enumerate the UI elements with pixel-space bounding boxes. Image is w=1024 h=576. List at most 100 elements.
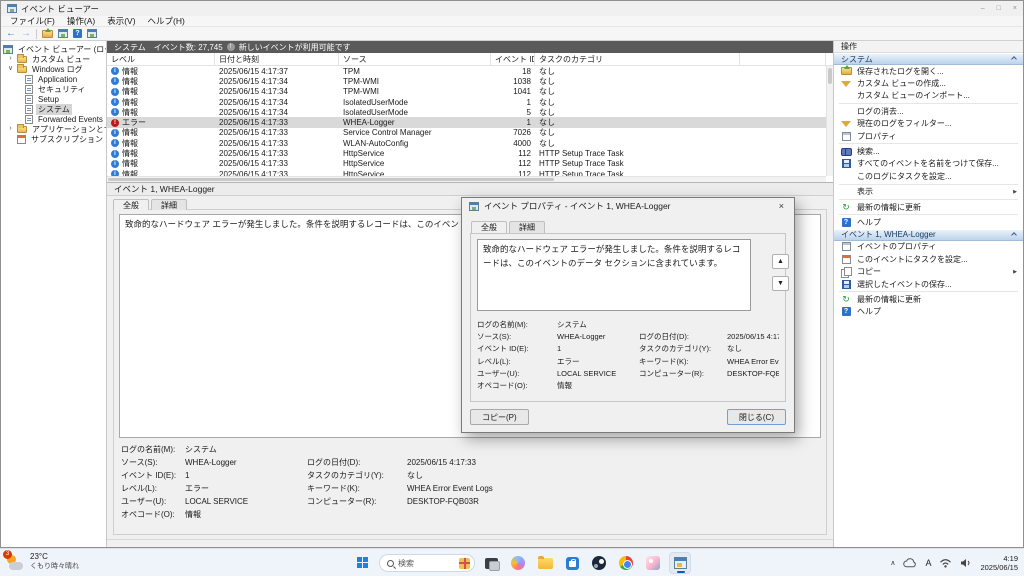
tree-item-system[interactable]: システム	[1, 103, 106, 115]
expand-icon[interactable]: ›	[7, 54, 14, 64]
start-button[interactable]	[352, 552, 374, 574]
action-attach-task-to-log[interactable]: このログにタスクを設定...	[834, 170, 1023, 182]
action-refresh[interactable]: ↻ 最新の情報に更新	[834, 201, 1023, 213]
collapse-chevron-icon[interactable]	[1011, 56, 1017, 62]
new-events-text: 新しいイベントが利用可能です	[238, 42, 351, 52]
search-box[interactable]: 検索	[379, 554, 475, 572]
tree-root[interactable]: イベント ビューアー (ローカル)	[1, 44, 106, 54]
table-row[interactable]: i 情報 2025/06/15 4:17:34 TPM-WMI 1038 なし	[107, 76, 826, 86]
tray-overflow-chevron-icon[interactable]: ∧	[890, 559, 895, 567]
wifi-icon[interactable]	[939, 558, 952, 568]
ime-mode-indicator[interactable]: A	[925, 558, 931, 568]
scrollbar-thumb[interactable]	[108, 178, 554, 181]
column-source[interactable]: ソース	[339, 53, 491, 65]
action-create-custom-view[interactable]: カスタム ビューの作成...	[834, 77, 1023, 89]
console-icon-2[interactable]	[87, 29, 97, 38]
column-datetime[interactable]: 日付と時刻	[215, 53, 339, 65]
game-app-button[interactable]	[642, 552, 664, 574]
action-save-selected-events[interactable]: 選択したイベントの保存...	[834, 278, 1023, 290]
actions-section-system[interactable]: システム	[834, 53, 1023, 65]
table-row-selected[interactable]: ! エラー 2025/06/15 4:17:33 WHEA-Logger 1 なし	[107, 117, 826, 128]
open-folder-icon[interactable]	[42, 27, 53, 38]
collapse-chevron-icon[interactable]	[1011, 231, 1017, 238]
action-properties[interactable]: プロパティ	[834, 130, 1023, 142]
title-bar: イベント ビューアー – □ ×	[1, 1, 1023, 16]
scrollbar-thumb[interactable]	[828, 68, 832, 84]
preview-pane-title[interactable]: イベント 1, WHEA-Logger	[107, 183, 833, 196]
back-icon[interactable]: ←	[6, 28, 16, 39]
tab-details[interactable]: 詳細	[151, 199, 187, 210]
menu-view[interactable]: 表示(V)	[101, 15, 141, 27]
action-view[interactable]: 表示 ▶	[834, 186, 1023, 198]
action-save-all-events[interactable]: すべてのイベントを名前をつけて保存...	[834, 158, 1023, 170]
tree-item-windows-logs[interactable]: ∨ Windows ログ	[1, 63, 106, 74]
steam-button[interactable]	[588, 552, 610, 574]
minimize-icon[interactable]: –	[981, 5, 985, 12]
tree-item-application[interactable]: Application	[1, 74, 106, 84]
action-clear-log[interactable]: ログの消去...	[834, 105, 1023, 117]
tree-item-forwarded-events[interactable]: Forwarded Events	[1, 114, 106, 124]
copy-button[interactable]: コピー(P)	[470, 409, 529, 425]
help-icon[interactable]: ?	[73, 29, 82, 38]
forward-icon[interactable]: →	[21, 28, 31, 39]
rewards-gift-icon[interactable]	[459, 557, 470, 569]
action-attach-task-to-event[interactable]: このイベントにタスクを設定...	[834, 253, 1023, 265]
action-copy[interactable]: コピー ▶	[834, 265, 1023, 278]
menu-help[interactable]: ヘルプ(H)	[142, 15, 191, 27]
tree-item-custom-views[interactable]: › カスタム ビュー	[1, 53, 106, 64]
expand-icon[interactable]: ›	[7, 124, 14, 134]
table-row[interactable]: i 情報 2025/06/15 4:17:33 HttpService 112 H…	[107, 159, 826, 169]
horizontal-scrollbar[interactable]	[107, 176, 826, 182]
action-help[interactable]: ? ヘルプ	[834, 216, 1023, 228]
action-filter-current-log[interactable]: 現在のログをフィルター...	[834, 118, 1023, 130]
close-button[interactable]: 閉じる(C)	[726, 409, 786, 425]
log-icon	[25, 114, 33, 124]
microsoft-store-button[interactable]	[561, 552, 583, 574]
table-row[interactable]: i 情報 2025/06/15 4:17:33 WLAN-AutoConfig 4…	[107, 138, 826, 148]
column-event-id[interactable]: イベント ID	[491, 53, 535, 65]
table-row[interactable]: i 情報 2025/06/15 4:17:33 Service Control M…	[107, 128, 826, 138]
weather-widget[interactable]: 3 23°C くもり時々晴れ	[3, 550, 79, 572]
actions-pane: 操作 システム 保存されたログを開く... カスタム ビューの作成... カスタ…	[833, 41, 1023, 547]
tree-item-apps-services-logs[interactable]: › アプリケーションとサービス ログ	[1, 123, 106, 134]
event-viewer-taskbar-button[interactable]	[669, 552, 691, 574]
tree-item-security[interactable]: セキュリティ	[1, 84, 106, 94]
close-icon[interactable]: ×	[776, 201, 787, 211]
dialog-tab-general[interactable]: 全般	[471, 221, 507, 233]
tree-item-subscriptions[interactable]: サブスクリプション	[1, 134, 106, 144]
action-refresh-event[interactable]: ↻ 最新の情報に更新	[834, 293, 1023, 305]
action-help-event[interactable]: ? ヘルプ	[834, 306, 1023, 318]
vertical-scrollbar[interactable]	[826, 66, 833, 176]
action-open-saved-log[interactable]: 保存されたログを開く...	[834, 65, 1023, 77]
table-row[interactable]: i 情報 2025/06/15 4:17:37 TPM 18 なし	[107, 66, 826, 76]
menu-file[interactable]: ファイル(F)	[4, 15, 61, 27]
table-row[interactable]: i 情報 2025/06/15 4:17:34 TPM-WMI 1041 なし	[107, 87, 826, 97]
console-icon[interactable]	[58, 29, 68, 38]
table-row[interactable]: i 情報 2025/06/15 4:17:34 IsolatedUserMode …	[107, 107, 826, 117]
tree-item-setup[interactable]: Setup	[1, 94, 106, 104]
table-row[interactable]: i 情報 2025/06/15 4:17:34 IsolatedUserMode …	[107, 97, 826, 107]
action-event-properties[interactable]: イベントのプロパティ	[834, 241, 1023, 253]
dialog-tab-details[interactable]: 詳細	[509, 221, 545, 233]
clock[interactable]: 4:19 2025/06/15	[980, 554, 1018, 572]
action-import-custom-view[interactable]: カスタム ビューのインポート...	[834, 90, 1023, 102]
volume-icon[interactable]	[960, 558, 972, 568]
column-level[interactable]: レベル	[107, 53, 215, 65]
collapse-icon[interactable]: ∨	[7, 64, 14, 74]
actions-section-event[interactable]: イベント 1, WHEA-Logger	[834, 228, 1023, 241]
close-icon[interactable]: ×	[1013, 5, 1017, 12]
copilot-button[interactable]	[507, 552, 529, 574]
previous-event-button[interactable]: ▲	[772, 254, 789, 269]
maximize-icon[interactable]: □	[997, 5, 1001, 12]
table-row[interactable]: i 情報 2025/06/15 4:17:33 HttpService 112 H…	[107, 148, 826, 158]
column-task-category[interactable]: タスクのカテゴリ	[535, 53, 740, 65]
save-icon	[841, 159, 851, 169]
action-find[interactable]: 検索...	[834, 145, 1023, 157]
menu-action[interactable]: 操作(A)	[61, 15, 101, 27]
onedrive-cloud-icon[interactable]	[903, 558, 917, 568]
next-event-button[interactable]: ▼	[772, 276, 789, 291]
chrome-button[interactable]	[615, 552, 637, 574]
file-explorer-button[interactable]	[534, 552, 556, 574]
tab-general[interactable]: 全般	[113, 199, 149, 210]
task-view-button[interactable]	[480, 552, 502, 574]
